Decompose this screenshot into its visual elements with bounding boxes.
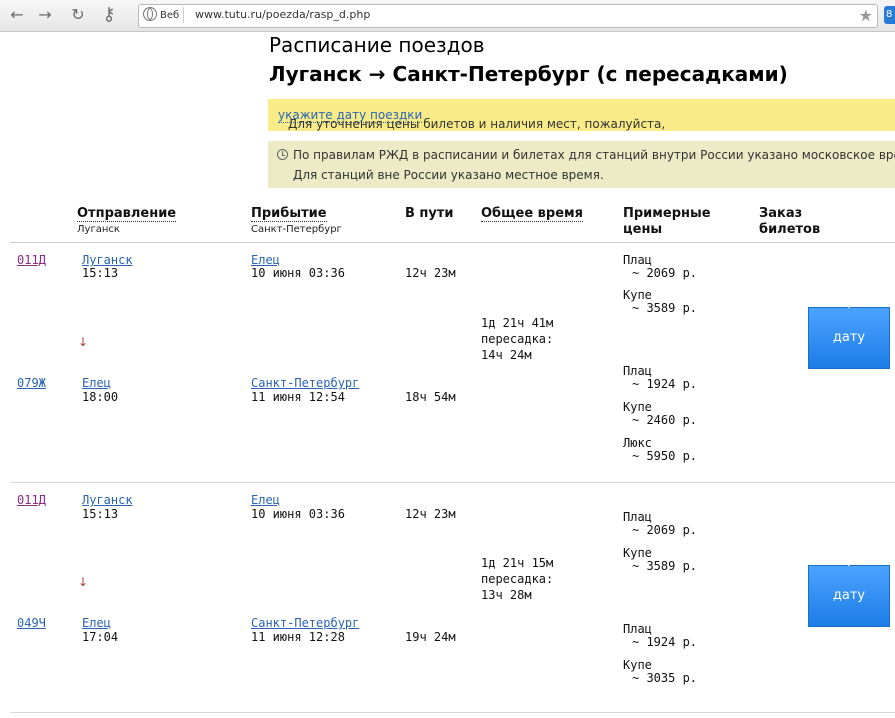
departure-time: 15:13 [82, 507, 119, 521]
train-number-link[interactable]: 011Д [17, 253, 46, 267]
header-divider [10, 242, 895, 243]
departure-station-link[interactable]: Луганск [82, 493, 133, 507]
train-number-link[interactable]: 079Ж [17, 376, 46, 390]
transfer-time: 14ч 24м [481, 348, 532, 362]
header-in-transit: В пути [405, 206, 454, 221]
web-label: Веб [160, 10, 180, 21]
forward-icon[interactable]: → [34, 5, 56, 25]
departure-station-link[interactable]: Луганск [82, 253, 133, 267]
total-time: 1д 21ч 15м [481, 556, 554, 570]
arrival-station-link[interactable]: Санкт-Петербург [251, 616, 359, 630]
leg-duration: 18ч 54м [405, 390, 456, 404]
arrival-station-link[interactable]: Елец [251, 493, 280, 507]
header-order-1: Заказ [759, 206, 803, 221]
header-order-2: билетов [759, 222, 821, 237]
button-line: Выбрать [819, 294, 879, 309]
price-notice-suffix: . [288, 117, 292, 131]
transfer-label: пересадка: [481, 332, 554, 346]
price-class: Купе [623, 400, 652, 414]
transfer-label: пересадка: [481, 572, 554, 586]
price-class: Плац [623, 253, 652, 267]
transfer-arrow-icon: ↓ [78, 335, 89, 349]
timezone-line-1: По правилам РЖД в расписании и билетах д… [293, 148, 895, 162]
globe-icon [143, 7, 157, 21]
train-number-link[interactable]: 011Д [17, 493, 46, 507]
button-line: поездки [820, 366, 878, 381]
price-class: Купе [623, 546, 652, 560]
key-icon[interactable]: ⚷ [98, 5, 120, 25]
price-class: Плац [623, 510, 652, 524]
browser-toolbar: ← → ↻ ⚷ Веб www.tutu.ru/poezda/rasp_d.ph… [0, 0, 895, 32]
arrival-time: 11 июня 12:54 [251, 390, 345, 404]
header-arrival-station: Санкт-Петербург [251, 224, 342, 235]
bottom-divider [10, 712, 895, 713]
price-class: Плац [623, 364, 652, 378]
transfer-arrow-icon: ↓ [78, 575, 89, 589]
total-time: 1д 21ч 41м [481, 316, 554, 330]
reload-icon[interactable]: ↻ [67, 5, 89, 25]
header-prices-1: Примерные [623, 206, 711, 221]
price-value: ~ 2069 р. [632, 523, 698, 537]
route-title: Луганск → Санкт-Петербург (с пересадками… [269, 62, 788, 86]
price-class: Люкс [623, 436, 652, 450]
button-line: дату [832, 330, 866, 345]
price-value: ~ 5950 р. [632, 449, 698, 463]
leg-duration: 19ч 24м [405, 630, 456, 644]
url-text[interactable]: www.tutu.ru/poezda/rasp_d.php [195, 8, 370, 21]
choose-date-button[interactable]: Выбрать дату поездки [808, 294, 890, 381]
departure-time: 17:04 [82, 630, 119, 644]
price-value: ~ 3589 р. [632, 301, 698, 315]
arrival-station-link[interactable]: Елец [251, 253, 280, 267]
train-number-link[interactable]: 049Ч [17, 616, 46, 630]
arrival-station-link[interactable]: Санкт-Петербург [251, 376, 359, 390]
choose-date-button[interactable]: Выбрать дату поездки [808, 552, 890, 639]
departure-station-link[interactable]: Елец [82, 616, 111, 630]
arrival-time: 11 июня 12:28 [251, 630, 345, 644]
departure-time: 15:13 [82, 266, 119, 280]
header-total-time[interactable]: Общее время [481, 206, 583, 222]
header-prices-2: цены [623, 222, 663, 237]
button-line: Выбрать [819, 552, 879, 567]
timezone-line-2: Для станций вне России указано местное в… [293, 168, 604, 182]
button-line: дату [832, 588, 866, 603]
price-class: Купе [623, 288, 652, 302]
price-value: ~ 3035 р. [632, 671, 698, 685]
option-divider [10, 482, 895, 483]
address-bar[interactable]: Веб www.tutu.ru/poezda/rasp_d.php ★ [138, 4, 878, 28]
departure-station-link[interactable]: Елец [82, 376, 111, 390]
price-value: ~ 3589 р. [632, 559, 698, 573]
timezone-notice: По правилам РЖД в расписании и билетах д… [268, 141, 895, 188]
transfer-time: 13ч 28м [481, 588, 532, 602]
departure-time: 18:00 [82, 390, 119, 404]
header-arrival[interactable]: Прибытие [251, 206, 327, 222]
page-title: Расписание поездов [269, 33, 485, 57]
extension-icon[interactable]: 8 [884, 6, 895, 24]
price-value: ~ 2069 р. [632, 266, 698, 280]
price-notice-text: Для уточнения цены билетов и наличия мес… [278, 108, 665, 131]
price-value: ~ 1924 р. [632, 635, 698, 649]
price-value: ~ 2460 р. [632, 413, 698, 427]
price-class: Купе [623, 658, 652, 672]
price-class: Плац [623, 622, 652, 636]
leg-duration: 12ч 23м [405, 507, 456, 521]
price-value: ~ 1924 р. [632, 377, 698, 391]
price-notice-prefix: Для уточнения цены билетов и наличия мес… [288, 117, 666, 131]
clock-icon [277, 149, 288, 160]
header-departure[interactable]: Отправление [77, 206, 177, 222]
button-line: поездки [820, 624, 878, 639]
header-departure-station: Луганск [77, 224, 120, 235]
price-notice: Для уточнения цены билетов и наличия мес… [268, 99, 895, 131]
arrival-time: 10 июня 03:36 [251, 266, 345, 280]
leg-duration: 12ч 23м [405, 266, 456, 280]
web-chip[interactable]: Веб [141, 7, 185, 23]
arrival-time: 10 июня 03:36 [251, 507, 345, 521]
back-icon[interactable]: ← [6, 5, 28, 25]
bookmark-star-icon[interactable]: ★ [859, 6, 873, 25]
